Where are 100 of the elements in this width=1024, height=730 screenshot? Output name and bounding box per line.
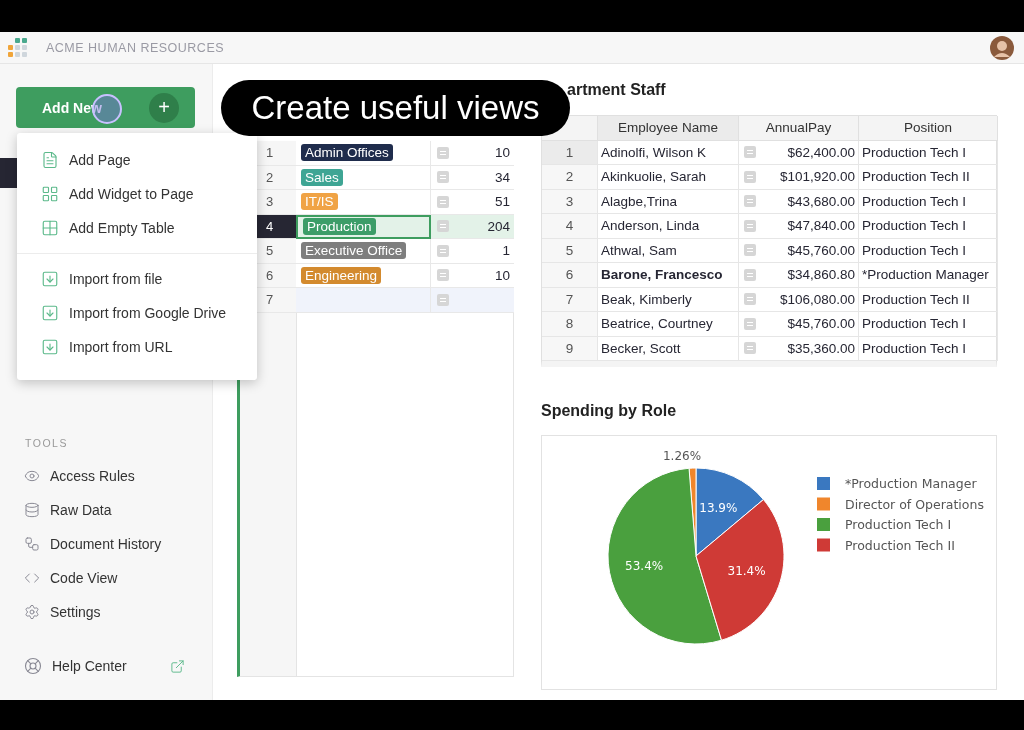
table-cell: $43,680.00 bbox=[761, 189, 859, 214]
legend-label: Director of Operations bbox=[845, 496, 984, 512]
menu-item[interactable]: Import from URL bbox=[17, 330, 257, 364]
table-cell: Beak, Kimberly bbox=[598, 287, 739, 312]
nodes-icon bbox=[24, 536, 40, 552]
column-header[interactable]: Employee Name bbox=[598, 116, 739, 141]
legend-swatch bbox=[817, 497, 830, 511]
table-cell: Anderson, Linda bbox=[598, 214, 739, 239]
legend-label: *Production Manager bbox=[845, 476, 977, 491]
page-icon bbox=[41, 151, 59, 169]
row-number[interactable]: 3 bbox=[542, 189, 598, 214]
table-cell: Production Tech I bbox=[859, 336, 998, 361]
list-icon bbox=[437, 293, 449, 306]
sidebar-item[interactable]: Document History bbox=[0, 527, 212, 561]
sidebar-item[interactable]: Access Rules bbox=[0, 459, 212, 493]
row-number[interactable]: 1 bbox=[542, 140, 598, 165]
help-center-link[interactable]: Help Center bbox=[0, 649, 212, 683]
slice-label: 53.4% bbox=[625, 558, 664, 573]
list-icon bbox=[744, 195, 756, 208]
row-number[interactable]: 5 bbox=[542, 238, 598, 263]
department-tag: Sales bbox=[301, 168, 343, 186]
row-number[interactable]: 2 bbox=[542, 165, 598, 190]
import-icon bbox=[41, 270, 59, 288]
avatar-icon[interactable] bbox=[990, 35, 1014, 60]
row-number[interactable]: 8 bbox=[542, 312, 598, 337]
table-cell: Beatrice, Courtney bbox=[598, 312, 739, 337]
list-icon bbox=[744, 244, 756, 257]
plus-icon: + bbox=[149, 92, 179, 123]
table-cell: $45,760.00 bbox=[761, 312, 859, 337]
column-header[interactable]: Position bbox=[859, 116, 998, 141]
table-icon bbox=[41, 219, 59, 237]
table-cell: 10 bbox=[455, 263, 514, 288]
sidebar-item[interactable]: Code View bbox=[0, 561, 212, 595]
external-link-icon bbox=[170, 658, 185, 674]
list-icon bbox=[437, 220, 449, 233]
list-icon bbox=[744, 293, 756, 306]
table-cell: 1 bbox=[455, 239, 514, 264]
table-cell: Production Tech I bbox=[859, 214, 998, 239]
legend-label: Production Tech I bbox=[845, 517, 952, 532]
table-cell: Production Tech I bbox=[859, 189, 998, 214]
table-cell: $106,080.00 bbox=[761, 287, 859, 312]
department-tag: Admin Offices bbox=[301, 144, 393, 162]
sidebar-item[interactable]: Settings bbox=[0, 595, 212, 629]
row-number[interactable]: 6 bbox=[542, 263, 598, 288]
table-cell: $35,360.00 bbox=[761, 336, 859, 361]
department-tag: Production bbox=[303, 218, 376, 236]
department-tag: Engineering bbox=[301, 266, 382, 284]
list-icon bbox=[437, 269, 449, 282]
list-icon bbox=[744, 268, 756, 281]
table-cell: *Production Manager bbox=[859, 263, 998, 288]
table-cell: Production Tech II bbox=[859, 165, 998, 190]
table-cell: $45,760.00 bbox=[761, 238, 859, 263]
eye-icon bbox=[24, 468, 40, 484]
table-cell: Adinolfi, Wilson K bbox=[598, 140, 739, 165]
lifebuoy-icon bbox=[24, 657, 42, 675]
table-cell: Production Tech I bbox=[859, 312, 998, 337]
table-cell: 34 bbox=[455, 165, 514, 190]
table-cell: Athwal, Sam bbox=[598, 238, 739, 263]
section-heading: TOOLS bbox=[25, 437, 69, 449]
legend-swatch bbox=[817, 518, 830, 531]
slice-label: 31.4% bbox=[727, 564, 766, 579]
settings-icon bbox=[24, 604, 40, 620]
new-row-cell[interactable] bbox=[296, 288, 431, 313]
list-icon bbox=[744, 342, 756, 355]
database-icon bbox=[24, 502, 40, 518]
row-number[interactable]: 9 bbox=[542, 336, 598, 361]
new-row-cell[interactable] bbox=[455, 288, 514, 313]
list-icon bbox=[437, 244, 449, 257]
column-header[interactable]: AnnualPay bbox=[739, 116, 859, 141]
section-title: Spending by Role bbox=[541, 401, 678, 421]
list-icon bbox=[437, 195, 449, 208]
list-icon bbox=[744, 146, 756, 159]
table-cell: 10 bbox=[455, 141, 514, 166]
table-cell: Production Tech II bbox=[859, 287, 998, 312]
list-icon bbox=[744, 219, 756, 232]
table-cell: Production Tech I bbox=[859, 140, 998, 165]
legend-swatch bbox=[817, 538, 830, 552]
import-icon bbox=[41, 338, 59, 356]
list-icon bbox=[437, 171, 449, 184]
sidebar-item[interactable]: Raw Data bbox=[0, 493, 212, 527]
code-icon bbox=[24, 570, 40, 586]
table-cell: Akinkuolie, Sarah bbox=[598, 165, 739, 190]
legend-label: Production Tech II bbox=[845, 537, 955, 553]
list-icon bbox=[744, 170, 756, 183]
table-cell: Alagbe,Trina bbox=[598, 189, 739, 214]
selected-page-highlight bbox=[0, 158, 18, 188]
logo-icon bbox=[8, 37, 28, 58]
table-cell: $62,400.00 bbox=[761, 140, 859, 165]
legend-swatch bbox=[817, 477, 830, 490]
slice-label: 1.26% bbox=[663, 449, 702, 464]
table-cell: 204 bbox=[455, 214, 514, 239]
department-tag: IT/IS bbox=[301, 193, 338, 211]
app-title: ACME HUMAN RESOURCES bbox=[46, 40, 226, 55]
table-cell: $101,920.00 bbox=[761, 165, 859, 190]
table-cell: $47,840.00 bbox=[761, 214, 859, 239]
row-number[interactable]: 7 bbox=[542, 287, 598, 312]
row-number[interactable]: 4 bbox=[542, 214, 598, 239]
department-tag: Executive Office bbox=[301, 242, 407, 260]
list-icon bbox=[437, 146, 449, 159]
list-icon bbox=[744, 317, 756, 330]
